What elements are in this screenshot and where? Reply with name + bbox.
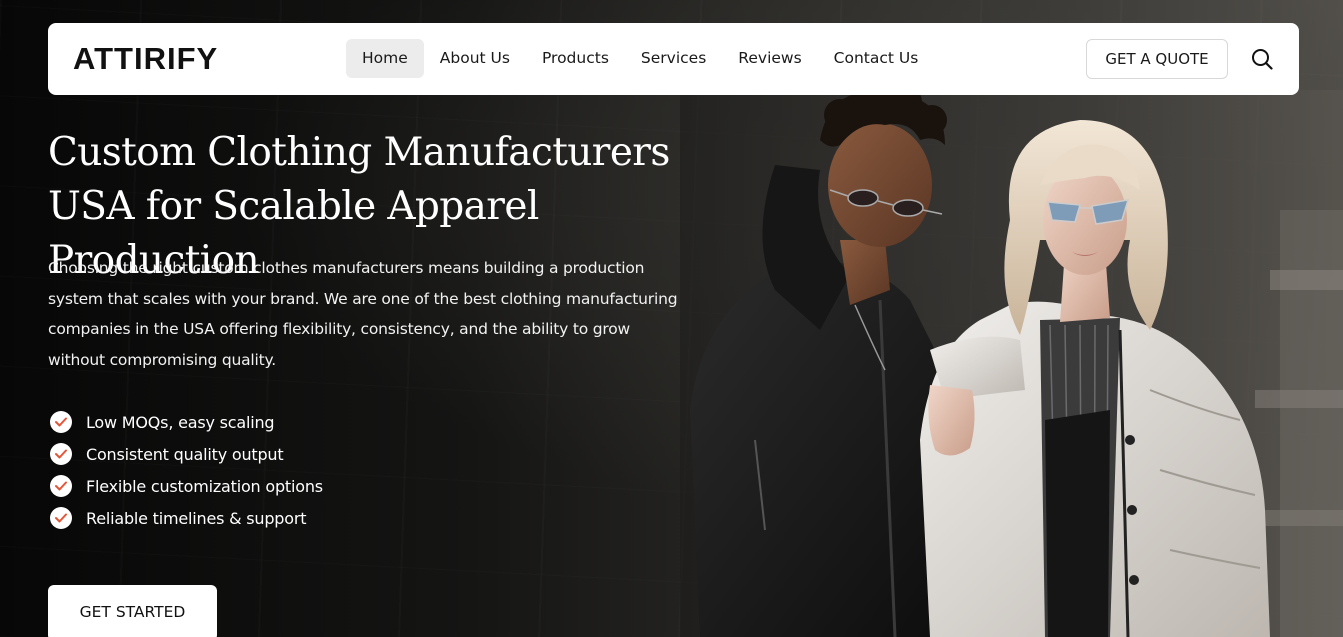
list-item: Flexible customization options <box>50 470 323 502</box>
check-icon <box>50 475 72 497</box>
list-item: Low MOQs, easy scaling <box>50 406 323 438</box>
list-item: Reliable timelines & support <box>50 502 323 534</box>
get-a-quote-button[interactable]: GET A QUOTE <box>1086 39 1228 79</box>
search-icon[interactable] <box>1251 48 1273 70</box>
feature-list: Low MOQs, easy scaling Consistent qualit… <box>50 406 323 534</box>
feature-text: Reliable timelines & support <box>86 508 307 528</box>
navbar: ATTIRIFY Home About Us Products Services… <box>48 23 1299 95</box>
hero-description: Choosing the right custom clothes manufa… <box>48 259 678 370</box>
nav-item-products[interactable]: Products <box>526 39 625 78</box>
main-nav: Home About Us Products Services Reviews … <box>346 39 934 78</box>
feature-text: Consistent quality output <box>86 444 284 464</box>
list-item: Consistent quality output <box>50 438 323 470</box>
get-started-button[interactable]: GET STARTED <box>48 585 217 637</box>
feature-text: Flexible customization options <box>86 476 323 496</box>
nav-item-reviews[interactable]: Reviews <box>722 39 817 78</box>
check-icon <box>50 443 72 465</box>
hero-image <box>680 90 1343 637</box>
brand-logo[interactable]: ATTIRIFY <box>73 41 218 77</box>
check-icon <box>50 411 72 433</box>
nav-item-services[interactable]: Services <box>625 39 722 78</box>
nav-item-about-us[interactable]: About Us <box>424 39 526 78</box>
nav-item-contact-us[interactable]: Contact Us <box>818 39 935 78</box>
hero-title-line-1: Custom Clothing Manufacturers <box>48 130 670 175</box>
nav-item-home[interactable]: Home <box>346 39 424 78</box>
check-icon <box>50 507 72 529</box>
hero-section: ATTIRIFY Home About Us Products Services… <box>0 0 1343 637</box>
feature-text: Low MOQs, easy scaling <box>86 412 275 432</box>
models-illustration <box>680 90 1343 637</box>
